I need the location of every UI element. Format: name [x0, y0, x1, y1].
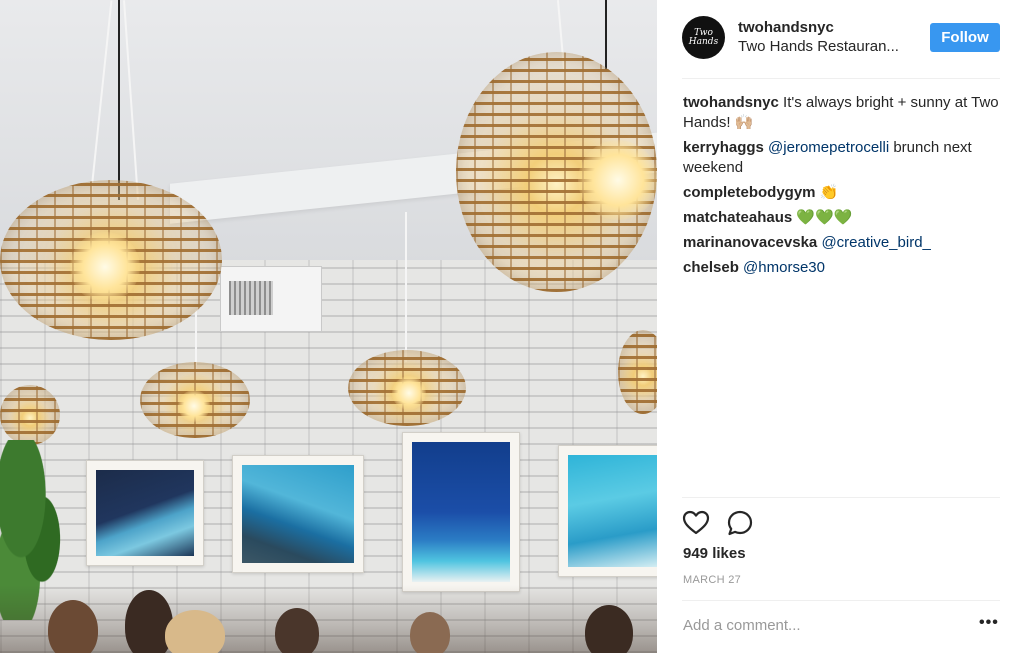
avatar[interactable]: Two Hands: [682, 16, 725, 59]
lamp-cord: [405, 212, 407, 362]
lamp-bulb: [70, 232, 140, 302]
framed-photo: [86, 460, 204, 566]
photo-air-vent: [220, 266, 322, 332]
lamp-bulb: [178, 390, 210, 422]
comment-item: kerryhaggs @jeromepetrocelli brunch next…: [683, 138, 1001, 178]
framed-photo: [232, 455, 364, 573]
comment-mention[interactable]: @jeromepetrocelli: [768, 139, 889, 156]
post-photo[interactable]: [0, 0, 657, 653]
likes-count[interactable]: 949 likes: [683, 545, 746, 562]
comment-item: matchateahaus 💚💚💚: [683, 208, 1001, 228]
comment-username[interactable]: twohandsnyc: [683, 94, 779, 111]
person-head: [165, 610, 225, 653]
lamp-bulb: [392, 376, 426, 410]
lamp-cord: [118, 0, 120, 200]
comment-icon[interactable]: [726, 509, 754, 537]
comment-item: twohandsnyc It's always bright + sunny a…: [683, 93, 1001, 133]
person-head: [275, 608, 319, 653]
header-location[interactable]: Two Hands Restauran...: [738, 38, 913, 55]
comment-item: chelseb @hmorse30: [683, 258, 1001, 278]
comment-mention[interactable]: @hmorse30: [743, 259, 825, 276]
comment-input-divider: [682, 600, 1000, 601]
photo-crowd: [0, 585, 657, 653]
lamp-cord: [605, 0, 607, 70]
comment-text: 💚💚💚: [796, 209, 853, 226]
comment-mention[interactable]: @creative_bird_: [821, 234, 930, 251]
rattan-lamp: [0, 385, 60, 445]
framed-photo: [558, 445, 657, 577]
header-username[interactable]: twohandsnyc: [738, 19, 834, 36]
lamp-cord: [195, 310, 197, 370]
lamp-bulb: [578, 140, 657, 220]
comment-text: 👏: [819, 184, 839, 201]
comment-list: twohandsnyc It's always bright + sunny a…: [683, 93, 1001, 283]
comment-username[interactable]: chelseb: [683, 259, 739, 276]
avatar-logo-text: Two Hands: [688, 27, 719, 47]
comment-username[interactable]: kerryhaggs: [683, 139, 764, 156]
more-options-icon[interactable]: •••: [979, 615, 999, 631]
actions-divider: [682, 497, 1000, 498]
add-comment-input[interactable]: [683, 615, 953, 635]
post-date[interactable]: MARCH 27: [683, 574, 741, 586]
post-header: Two Hands twohandsnyc Two Hands Restaura…: [657, 0, 1022, 78]
heart-icon[interactable]: [682, 509, 710, 537]
comment-username[interactable]: completebodygym: [683, 184, 816, 201]
comment-username[interactable]: marinanovacevska: [683, 234, 817, 251]
comment-item: completebodygym 👏: [683, 183, 1001, 203]
comment-item: marinanovacevska @creative_bird_: [683, 233, 1001, 253]
header-divider: [682, 78, 1000, 79]
follow-button[interactable]: Follow: [930, 23, 1000, 52]
post-side-panel: Two Hands twohandsnyc Two Hands Restaura…: [657, 0, 1022, 653]
comment-username[interactable]: matchateahaus: [683, 209, 792, 226]
framed-photo: [402, 432, 520, 592]
person-head: [48, 600, 98, 653]
person-head: [585, 605, 633, 653]
person-head: [410, 612, 450, 653]
